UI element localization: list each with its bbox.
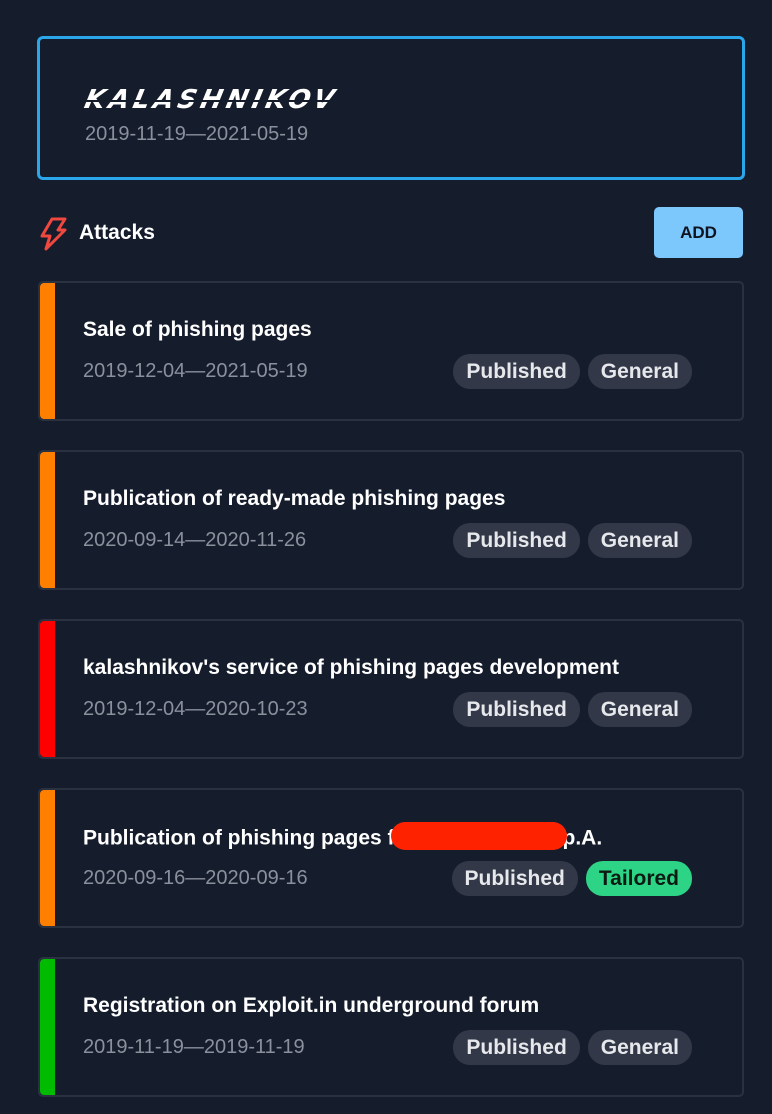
attack-title[interactable]: Publication of ready-made phishing pages xyxy=(83,487,505,511)
severity-stripe xyxy=(40,621,55,757)
redaction-mark xyxy=(390,822,567,850)
severity-stripe xyxy=(40,452,55,588)
attack-card[interactable]: Registration on Exploit.in underground f… xyxy=(38,957,744,1097)
lightning-bolt-icon xyxy=(40,217,67,251)
add-attack-button[interactable]: ADD xyxy=(654,207,743,258)
attack-date-range: 2020-09-14—2020-11-26 xyxy=(83,529,307,551)
attack-card[interactable]: Sale of phishing pages 2019-12-04—2021-0… xyxy=(38,281,744,421)
attack-title[interactable]: kalashnikov's service of phishing pages … xyxy=(83,656,619,680)
severity-stripe xyxy=(40,959,55,1095)
type-badge: Tailored xyxy=(585,861,692,896)
attack-card[interactable]: kalashnikov's service of phishing pages … xyxy=(38,619,744,759)
status-badge: Published xyxy=(451,861,578,896)
severity-stripe xyxy=(40,790,55,926)
actor-name-logo: KALASHNIKOV xyxy=(80,85,342,115)
attack-title[interactable]: Registration on Exploit.in underground f… xyxy=(83,994,539,1018)
type-badge: General xyxy=(587,1030,692,1065)
attack-date-range: 2020-09-16—2020-09-16 xyxy=(83,867,308,889)
attack-date-range: 2019-12-04—2021-05-19 xyxy=(83,360,308,382)
actor-header-card: KALASHNIKOV 2019-11-19—2021-05-19 xyxy=(37,36,745,180)
attack-date-range: 2019-11-19—2019-11-19 xyxy=(83,1036,305,1058)
attacks-section-header: Attacks ADD xyxy=(38,207,743,259)
status-badge: Published xyxy=(453,692,580,727)
attack-card[interactable]: Publication of ready-made phishing pages… xyxy=(38,450,744,590)
attack-card[interactable]: Publication of phishing pages f p.A. 2020… xyxy=(38,788,744,928)
status-badge: Published xyxy=(453,523,580,558)
type-badge: General xyxy=(587,692,692,727)
actor-date-range: 2019-11-19—2021-05-19 xyxy=(85,123,309,145)
attack-date-range: 2019-12-04—2020-10-23 xyxy=(83,698,308,720)
status-badge: Published xyxy=(453,354,580,389)
severity-stripe xyxy=(40,283,55,419)
type-badge: General xyxy=(587,354,692,389)
section-title: Attacks xyxy=(79,221,155,244)
status-badge: Published xyxy=(453,1030,580,1065)
type-badge: General xyxy=(587,523,692,558)
attack-title[interactable]: Sale of phishing pages xyxy=(83,318,312,342)
attack-title[interactable]: Publication of phishing pages f p.A. xyxy=(83,822,602,853)
